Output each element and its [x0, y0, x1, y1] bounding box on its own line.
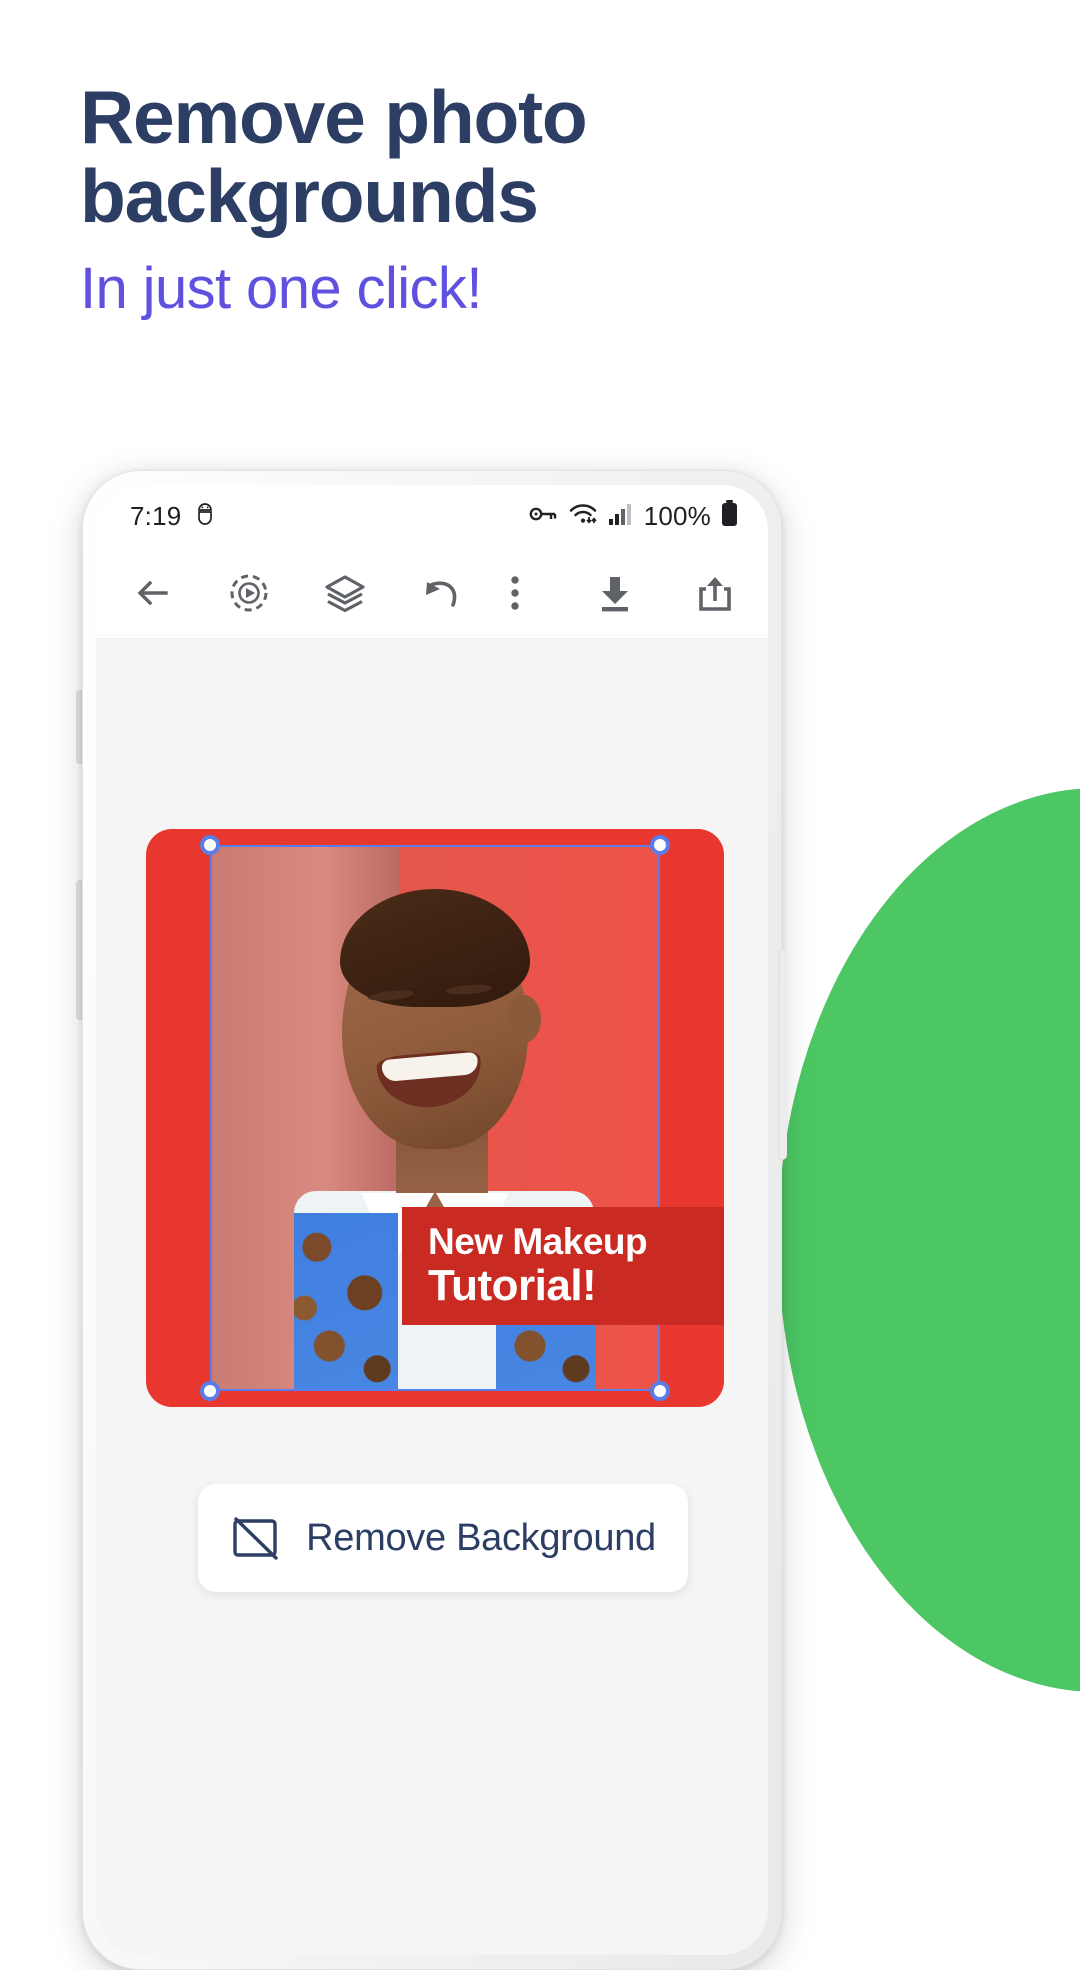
- status-bar: 7:19 100%: [96, 485, 768, 547]
- back-arrow-icon[interactable]: [126, 566, 180, 620]
- download-icon[interactable]: [588, 566, 642, 620]
- selection-handle-top-right[interactable]: [650, 835, 670, 855]
- photo-vest-left: [294, 1213, 398, 1391]
- selection-handle-bottom-left[interactable]: [200, 1381, 220, 1401]
- photo-layer[interactable]: New Makeup Tutorial!: [146, 829, 724, 1407]
- toolbar-left-group: [126, 566, 468, 620]
- toolbar-right-group: [488, 566, 742, 620]
- vpn-key-icon: [528, 503, 558, 530]
- battery-percent-label: 100%: [643, 500, 711, 531]
- green-accent-shape: [778, 788, 1080, 1692]
- remove-background-label: Remove Background: [306, 1516, 656, 1559]
- phone-mockup: 7:19 100% New Makeup Tutorial! Remove Ba…: [82, 470, 782, 1970]
- android-head-icon: [194, 501, 216, 532]
- editor-canvas[interactable]: New Makeup Tutorial! Remove Background: [96, 639, 768, 1901]
- animate-play-icon[interactable]: [222, 566, 276, 620]
- selection-handle-bottom-right[interactable]: [650, 1381, 670, 1401]
- banner-line-1: New Makeup: [428, 1221, 648, 1262]
- cell-signal-icon: [608, 502, 634, 531]
- page-subtitle: In just one click!: [80, 256, 482, 321]
- more-vertical-icon[interactable]: [488, 566, 542, 620]
- page-title: Remove photo backgrounds: [80, 78, 980, 236]
- photo-ear: [507, 995, 541, 1043]
- battery-full-icon: [721, 500, 738, 532]
- status-bar-left: 7:19: [130, 501, 216, 532]
- remove-background-icon: [230, 1509, 284, 1568]
- selection-handle-top-left[interactable]: [200, 835, 220, 855]
- phone-screen: 7:19 100% New Makeup Tutorial! Remove Ba…: [96, 485, 768, 1955]
- layers-icon[interactable]: [318, 566, 372, 620]
- remove-background-button[interactable]: Remove Background: [198, 1484, 688, 1592]
- banner-line-2: Tutorial!: [428, 1261, 597, 1310]
- text-overlay-banner[interactable]: New Makeup Tutorial!: [402, 1207, 724, 1325]
- headline-line-1: Remove photo: [80, 75, 588, 159]
- status-time: 7:19: [130, 500, 182, 531]
- undo-icon[interactable]: [414, 566, 468, 620]
- status-bar-right: 100%: [528, 500, 738, 532]
- editor-toolbar: [96, 547, 768, 639]
- wifi-icon: [568, 502, 598, 531]
- phone-side-button-right: [778, 950, 787, 1160]
- share-icon[interactable]: [688, 566, 742, 620]
- headline-line-2: backgrounds: [80, 154, 539, 238]
- promo-text-block: Remove photo backgrounds In just one cli…: [80, 78, 980, 320]
- phone-bezel: 7:19 100% New Makeup Tutorial! Remove Ba…: [83, 471, 781, 1969]
